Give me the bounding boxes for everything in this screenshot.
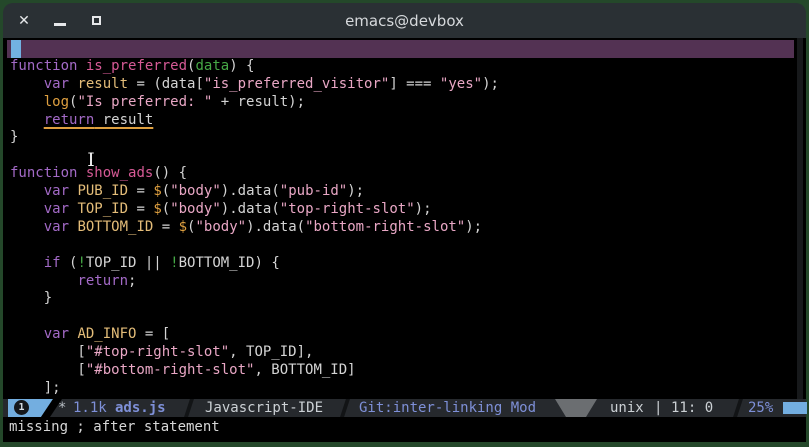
code-line: return result xyxy=(43,111,154,128)
code-line: var result = (data["is_preferred_visitor… xyxy=(43,75,499,92)
code-line: return; xyxy=(77,272,137,289)
code-line: if (!TOP_ID || !BOTTOM_ID) { xyxy=(43,254,280,271)
code-lines: function is_preferred(data) { var result… xyxy=(7,40,798,398)
code-line: function is_preferred(data) { xyxy=(10,57,255,74)
code-line xyxy=(7,40,794,58)
titlebar[interactable]: ✕ emacs@devbox xyxy=(3,3,806,38)
code-line: ]; xyxy=(10,379,61,396)
buffer-modified-indicator: * xyxy=(58,400,67,416)
vcs-branch[interactable]: Git:inter-linking Mod xyxy=(359,399,536,417)
cursor-position[interactable]: 11: 0 xyxy=(671,399,713,417)
buffer-encoding[interactable]: unix xyxy=(610,399,644,417)
mouse-cursor-ibeam: I xyxy=(87,149,95,171)
editor-buffer[interactable]: function is_preferred(data) { var result… xyxy=(3,38,807,442)
modeline: 1 * 1.1k ads.js Javascript-IDE Git:inter… xyxy=(3,399,807,417)
buffer-name[interactable]: ads.js xyxy=(115,399,166,417)
buffer-size: 1.1k xyxy=(73,400,107,416)
modeline-grey-separator xyxy=(555,399,597,417)
echo-area[interactable]: missing ; after statement xyxy=(3,417,806,442)
code-line: log("Is preferred: " + result); xyxy=(43,93,306,110)
modeline-pipe: | xyxy=(654,400,663,416)
code-line: function show_ads() { xyxy=(10,165,188,182)
text-cursor xyxy=(11,40,21,58)
code-line: ["#top-right-slot", TOP_ID], xyxy=(10,344,314,361)
code-line: } xyxy=(10,290,53,307)
code-line: var TOP_ID = $("body").data("top-right-s… xyxy=(43,201,432,218)
code-line: var PUB_ID = $("body").data("pub-id"); xyxy=(43,183,365,200)
modeline-accent-block xyxy=(783,402,807,414)
code-line: var BOTTOM_ID = $("body").data("bottom-r… xyxy=(43,218,483,235)
window-title: emacs@devbox xyxy=(345,11,464,30)
emacs-window: ✕ emacs@devbox function is_preferred(dat… xyxy=(0,0,809,447)
modeline-slash-separator xyxy=(733,399,743,417)
code-line: var AD_INFO = [ xyxy=(43,326,171,343)
echo-message: missing ; after statement xyxy=(9,419,220,435)
scrollbar[interactable] xyxy=(797,38,803,399)
scroll-percentage[interactable]: 25% xyxy=(748,399,773,417)
window-number-badge: 1 xyxy=(14,400,29,415)
code-line: ["#bottom-right-slot", BOTTOM_ID] xyxy=(10,362,356,379)
code-line: } xyxy=(10,129,19,146)
major-mode[interactable]: Javascript-IDE xyxy=(205,399,323,417)
modeline-slash-separator xyxy=(184,399,194,417)
modeline-slash-separator xyxy=(340,399,350,417)
